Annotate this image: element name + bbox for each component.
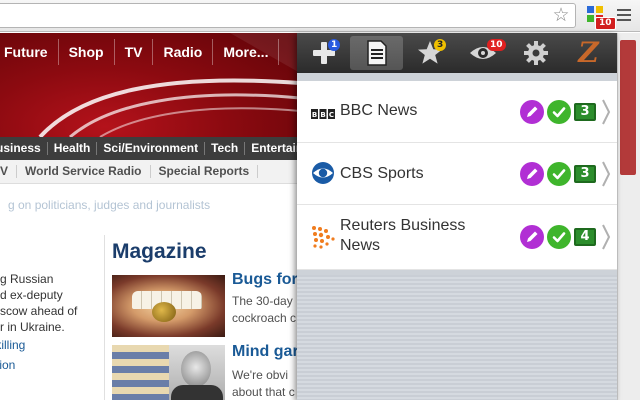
pencil-icon: [527, 231, 538, 242]
tab-z-logo[interactable]: Z: [562, 36, 615, 70]
left-story-link[interactable]: tion: [0, 355, 100, 375]
feed-title-line: Reuters Business: [340, 217, 466, 234]
checkmark-icon: [552, 106, 566, 117]
z-logo-icon: Z: [578, 36, 599, 69]
popup-tab-bar: 1 3 10 Z: [297, 33, 617, 73]
summary-line: cockroach c: [232, 311, 297, 325]
section-health[interactable]: Health: [48, 142, 98, 155]
secondary-nav-special-reports[interactable]: Special Reports: [151, 165, 259, 178]
tab-watch[interactable]: 10: [456, 36, 509, 70]
feed-row-bbc-news[interactable]: B B C BBC News 3: [297, 81, 617, 143]
nav-more[interactable]: More...: [213, 39, 280, 65]
address-bar[interactable]: [0, 3, 576, 28]
section-tech[interactable]: Tech: [205, 142, 246, 155]
magazine-story-image-bug-teeth[interactable]: [112, 275, 225, 337]
magazine-story-summary: The 30-day cockroach c: [232, 293, 296, 327]
nav-radio[interactable]: Radio: [153, 39, 214, 65]
browser-menu-icon[interactable]: [614, 6, 634, 26]
pencil-icon: [527, 106, 538, 117]
magazine-story-headline[interactable]: Bugs for: [232, 271, 298, 289]
feed-reader-popup: 1 3 10 Z B B C BBC News 3 CBS Sports 3 R…: [297, 33, 617, 400]
section-sci-environment[interactable]: Sci/Environment: [97, 142, 206, 155]
nav-shop[interactable]: Shop: [59, 39, 115, 65]
nav-tv[interactable]: TV: [115, 39, 154, 65]
feed-title-line: News: [340, 237, 381, 254]
chevron-right-icon: [602, 161, 611, 186]
magazine-story-image-dress-portrait[interactable]: [112, 345, 225, 400]
feed-title[interactable]: Reuters Business News: [340, 216, 465, 256]
section-business[interactable]: usiness: [0, 142, 48, 155]
gear-icon: [523, 41, 548, 65]
extension-badge: 10: [595, 17, 616, 30]
feed-list: B B C BBC News 3 CBS Sports 3 Reuters Bu…: [297, 81, 617, 270]
feed-actions: 3: [520, 143, 613, 204]
feed-row-cbs-sports[interactable]: CBS Sports 3: [297, 143, 617, 205]
extension-button[interactable]: 10: [584, 3, 616, 30]
secondary-nav-tv[interactable]: V: [0, 165, 18, 178]
summary-line: about that c: [232, 385, 295, 399]
left-story-link[interactable]: s killing: [0, 335, 100, 355]
reuters-logo-icon: [311, 225, 337, 256]
news-ticker[interactable]: g on politicians, judges and journalists: [8, 198, 210, 212]
favorites-badge: 3: [434, 39, 447, 51]
edit-feed-button[interactable]: [520, 99, 544, 124]
checkmark-icon: [552, 168, 566, 179]
mark-read-button[interactable]: [547, 225, 571, 249]
unread-count-badge: 3: [574, 164, 596, 183]
chevron-right-icon: [602, 99, 611, 124]
bbc-logo-letter: B: [320, 111, 325, 119]
section-entertainment[interactable]: Entertain: [245, 142, 300, 155]
left-story-line: d ex-deputy: [0, 288, 63, 302]
bbc-logo-icon: B B C: [311, 106, 335, 124]
mark-read-button[interactable]: [547, 99, 571, 124]
left-story-line: r in Ukraine.: [0, 320, 65, 334]
nav-future[interactable]: Future: [0, 39, 59, 65]
open-feed-chevron[interactable]: [599, 97, 613, 127]
column-divider: [104, 235, 105, 400]
watch-badge: 10: [487, 39, 506, 51]
feed-row-reuters-business-news[interactable]: Reuters Business News 4: [297, 205, 617, 270]
left-story: g Russian d ex-deputy scow ahead of r in…: [0, 271, 100, 375]
magazine-heading: Magazine: [112, 240, 207, 263]
summary-line: We're obvi: [232, 368, 289, 382]
summary-line: The 30-day: [232, 294, 293, 308]
tab-favorites[interactable]: 3: [403, 36, 456, 70]
feed-actions: 3: [520, 81, 613, 142]
main-navigation: Future Shop TV Radio More...: [0, 39, 280, 65]
site-header-banner: Future Shop TV Radio More...: [0, 33, 300, 137]
secondary-nav-world-service-radio[interactable]: World Service Radio: [17, 165, 151, 178]
tab-settings[interactable]: [509, 36, 562, 70]
feed-actions: 4: [520, 205, 613, 269]
checkmark-icon: [552, 232, 566, 243]
feed-title[interactable]: CBS Sports: [340, 164, 424, 184]
edit-feed-button[interactable]: [520, 225, 544, 249]
left-story-line: scow ahead of: [0, 304, 78, 318]
section-navigation: usiness Health Sci/Environment Tech Ente…: [0, 137, 300, 160]
bookmark-star-icon[interactable]: ☆: [550, 4, 572, 26]
edit-feed-button[interactable]: [520, 161, 544, 186]
tab-feeds[interactable]: [350, 36, 403, 70]
unread-count-badge: 4: [574, 228, 596, 246]
magazine-story-headline[interactable]: Mind gar: [232, 343, 299, 361]
tab-add-feed[interactable]: 1: [297, 36, 350, 70]
unread-count-badge: 3: [574, 102, 596, 121]
document-icon: [366, 40, 387, 66]
browser-toolbar: ☆ 10: [0, 0, 640, 32]
left-story-line: g Russian: [0, 272, 54, 286]
bbc-logo-letter: B: [312, 111, 317, 119]
open-feed-chevron[interactable]: [599, 159, 613, 189]
magazine-story-summary: We're obvi about that c: [232, 367, 295, 400]
cbs-eye-logo-icon: [311, 161, 335, 190]
bbc-logo-letter: C: [329, 111, 334, 119]
pencil-icon: [527, 168, 538, 179]
chevron-right-icon: [602, 224, 611, 250]
mark-read-button[interactable]: [547, 161, 571, 186]
open-feed-chevron[interactable]: [599, 222, 613, 252]
secondary-navigation: V World Service Radio Special Reports: [0, 160, 300, 184]
page-scrollbar-thumb[interactable]: [620, 40, 636, 175]
feed-title[interactable]: BBC News: [340, 101, 417, 121]
popup-empty-area: [297, 275, 617, 400]
add-feed-badge: 1: [328, 39, 341, 51]
